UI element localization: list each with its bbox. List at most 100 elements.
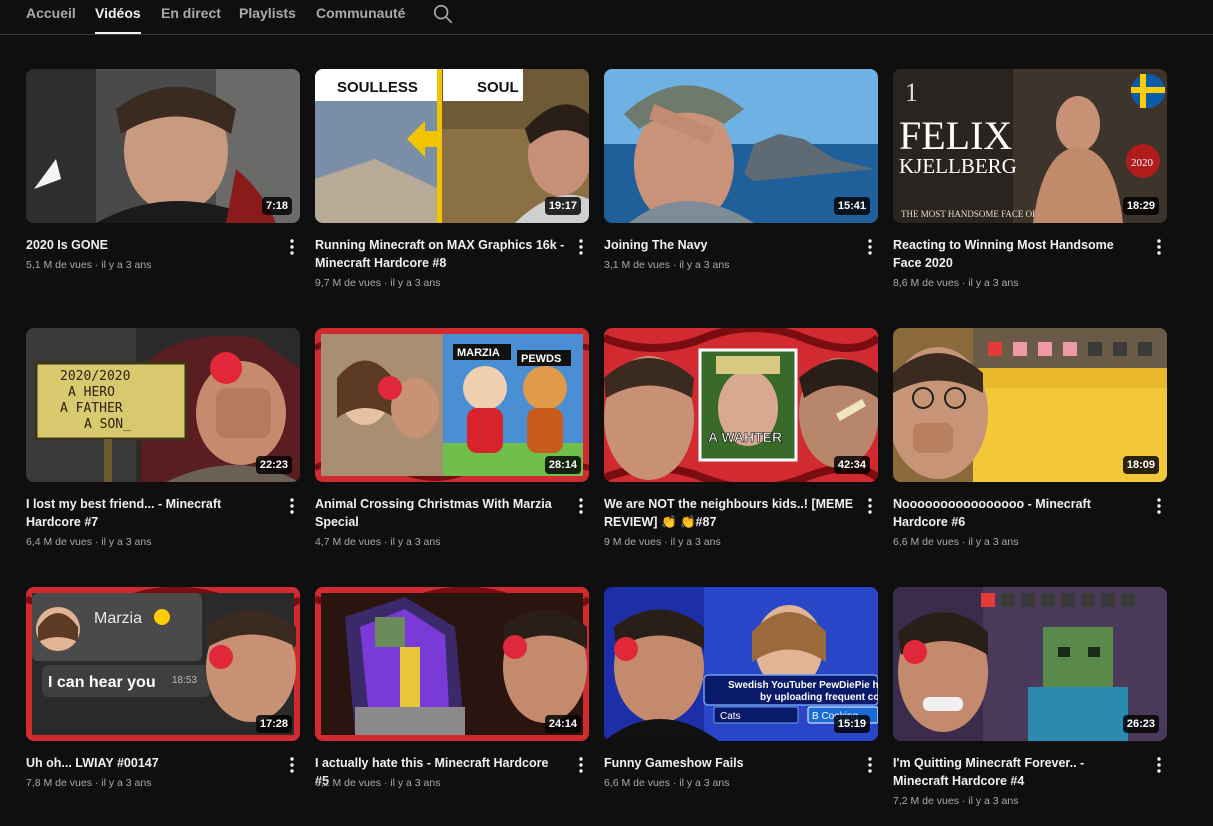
more-vertical-icon — [868, 498, 872, 514]
video-card[interactable]: 1 FELIX KJELLBERG THE MOST HANDSOME FACE… — [893, 69, 1167, 309]
upload-age: il y a 3 ans — [101, 536, 152, 548]
video-thumbnail[interactable]: 24:14 — [315, 587, 589, 741]
tab-playlists[interactable]: Playlists — [239, 5, 296, 21]
video-meta: 5,1 M de vues · il y a 3 ans — [26, 259, 152, 271]
more-vertical-icon — [1157, 498, 1161, 514]
video-thumbnail[interactable]: 26:23 — [893, 587, 1167, 741]
thumbnail-text: Swedish YouTuber PewDiePie has gai — [728, 680, 878, 691]
view-count: 8,6 M de vues — [893, 277, 959, 289]
video-meta: 8,6 M de vues · il y a 3 ans — [893, 277, 1019, 289]
more-options-button[interactable] — [1151, 496, 1167, 516]
more-options-button[interactable] — [862, 755, 878, 775]
duration-badge: 7:18 — [261, 197, 292, 215]
video-title[interactable]: Running Minecraft on MAX Graphics 16k - … — [315, 236, 565, 272]
video-title[interactable]: We are NOT the neighbours kids..! [MEME … — [604, 495, 854, 531]
thumbnail-text: Marzia — [94, 610, 142, 627]
video-title[interactable]: I'm Quitting Minecraft Forever.. - Minec… — [893, 754, 1143, 790]
video-card[interactable]: Swedish YouTuber PewDiePie has gai by up… — [604, 587, 878, 826]
video-thumbnail[interactable]: 2020/2020 A HERO A FATHER A SON_ 22:23 — [26, 328, 300, 482]
video-card[interactable]: 2020/2020 A HERO A FATHER A SON_ 22:23 I… — [26, 328, 300, 568]
video-card[interactable]: 15:41 Joining The Navy 3,1 M de vues · i… — [604, 69, 878, 309]
tab-communaute[interactable]: Communauté — [316, 5, 405, 21]
more-vertical-icon — [290, 498, 294, 514]
video-title[interactable]: Joining The Navy — [604, 236, 854, 254]
video-title[interactable]: Reacting to Winning Most Handsome Face 2… — [893, 236, 1143, 272]
video-thumbnail[interactable]: SOULLESS SOUL 19:17 — [315, 69, 589, 223]
thumbnail-text: 18:53 — [172, 675, 197, 686]
video-thumbnail[interactable]: A WAHTER 42:34 — [604, 328, 878, 482]
upload-age: il y a 3 ans — [968, 795, 1019, 807]
channel-tabs: Accueil Vidéos En direct Playlists Commu… — [0, 0, 1213, 35]
more-options-button[interactable] — [1151, 755, 1167, 775]
more-options-button[interactable] — [573, 237, 589, 257]
view-count: 6,2 M de vues — [315, 777, 381, 789]
thumbnail-text: 1 — [905, 78, 918, 107]
video-title[interactable]: Animal Crossing Christmas With Marzia Sp… — [315, 495, 565, 531]
duration-badge: 18:09 — [1122, 456, 1159, 474]
more-options-button[interactable] — [573, 496, 589, 516]
video-meta: 6,6 M de vues · il y a 3 ans — [604, 777, 730, 789]
upload-age: il y a 3 ans — [390, 277, 441, 289]
video-thumbnail[interactable]: Swedish YouTuber PewDiePie has gai by up… — [604, 587, 878, 741]
search-icon[interactable] — [432, 3, 454, 25]
video-thumbnail[interactable]: 1 FELIX KJELLBERG THE MOST HANDSOME FACE… — [893, 69, 1167, 223]
video-title[interactable]: 2020 Is GONE — [26, 236, 276, 254]
upload-age: il y a 3 ans — [390, 536, 441, 548]
more-options-button[interactable] — [284, 755, 300, 775]
video-title[interactable]: Noooooooooooooooo - Minecraft Hardcore #… — [893, 495, 1143, 531]
view-count: 6,6 M de vues — [604, 777, 670, 789]
duration-badge: 24:14 — [544, 715, 581, 733]
duration-badge: 19:17 — [544, 197, 581, 215]
tab-accueil[interactable]: Accueil — [26, 5, 76, 21]
more-vertical-icon — [1157, 239, 1161, 255]
upload-age: il y a 3 ans — [670, 536, 721, 548]
duration-badge: 18:29 — [1122, 197, 1159, 215]
video-meta: 9 M de vues · il y a 3 ans — [604, 536, 721, 548]
more-vertical-icon — [290, 239, 294, 255]
video-meta: 4,7 M de vues · il y a 3 ans — [315, 536, 441, 548]
more-options-button[interactable] — [1151, 237, 1167, 257]
video-card[interactable]: SOULLESS SOUL 19:17 Running Minecraft on… — [315, 69, 589, 309]
tab-en-direct[interactable]: En direct — [161, 5, 221, 21]
video-title[interactable]: Funny Gameshow Fails — [604, 754, 854, 772]
video-meta: 7,2 M de vues · il y a 3 ans — [893, 795, 1019, 807]
duration-badge: 15:41 — [833, 197, 870, 215]
view-count: 7,2 M de vues — [893, 795, 959, 807]
more-options-button[interactable] — [284, 237, 300, 257]
upload-age: il y a 3 ans — [101, 777, 152, 789]
more-options-button[interactable] — [862, 237, 878, 257]
duration-badge: 17:28 — [255, 715, 292, 733]
upload-age: il y a 3 ans — [968, 536, 1019, 548]
video-card[interactable]: 7:18 2020 Is GONE 5,1 M de vues · il y a… — [26, 69, 300, 309]
video-card[interactable]: Marzia I can hear you 18:53 17:28 Uh oh.… — [26, 587, 300, 826]
duration-badge: 22:23 — [255, 456, 292, 474]
video-title[interactable]: I lost my best friend... - Minecraft Har… — [26, 495, 276, 531]
view-count: 6,6 M de vues — [893, 536, 959, 548]
thumbnail-text: KJELLBERG — [899, 154, 1017, 178]
thumbnail-text: I can hear you — [48, 674, 156, 691]
tab-videos[interactable]: Vidéos — [95, 5, 141, 34]
thumbnail-text: A FATHER — [60, 401, 123, 416]
more-vertical-icon — [579, 239, 583, 255]
video-thumbnail[interactable]: 15:41 — [604, 69, 878, 223]
video-card[interactable]: 26:23 I'm Quitting Minecraft Forever.. -… — [893, 587, 1167, 826]
video-card[interactable]: MARZIA PEWDS 28:14 Animal Crossing Chris… — [315, 328, 589, 568]
video-thumbnail[interactable]: 18:09 — [893, 328, 1167, 482]
thumbnail-text: A WAHTER — [708, 429, 782, 445]
more-options-button[interactable] — [573, 755, 589, 775]
more-options-button[interactable] — [862, 496, 878, 516]
thumbnail-text: A SON_ — [84, 417, 131, 432]
video-card[interactable]: A WAHTER 42:34 We are NOT the neighbours… — [604, 328, 878, 568]
video-meta: 3,1 M de vues · il y a 3 ans — [604, 259, 730, 271]
thumbnail-text: MARZIA — [457, 347, 500, 359]
upload-age: il y a 3 ans — [968, 277, 1019, 289]
video-thumbnail[interactable]: MARZIA PEWDS 28:14 — [315, 328, 589, 482]
more-options-button[interactable] — [284, 496, 300, 516]
video-thumbnail[interactable]: Marzia I can hear you 18:53 17:28 — [26, 587, 300, 741]
video-card[interactable]: 18:09 Noooooooooooooooo - Minecraft Hard… — [893, 328, 1167, 568]
upload-age: il y a 3 ans — [390, 777, 441, 789]
video-card[interactable]: 24:14 I actually hate this - Minecraft H… — [315, 587, 589, 826]
video-thumbnail[interactable]: 7:18 — [26, 69, 300, 223]
video-title[interactable]: Uh oh... LWIAY #00147 — [26, 754, 276, 772]
view-count: 4,7 M de vues — [315, 536, 381, 548]
